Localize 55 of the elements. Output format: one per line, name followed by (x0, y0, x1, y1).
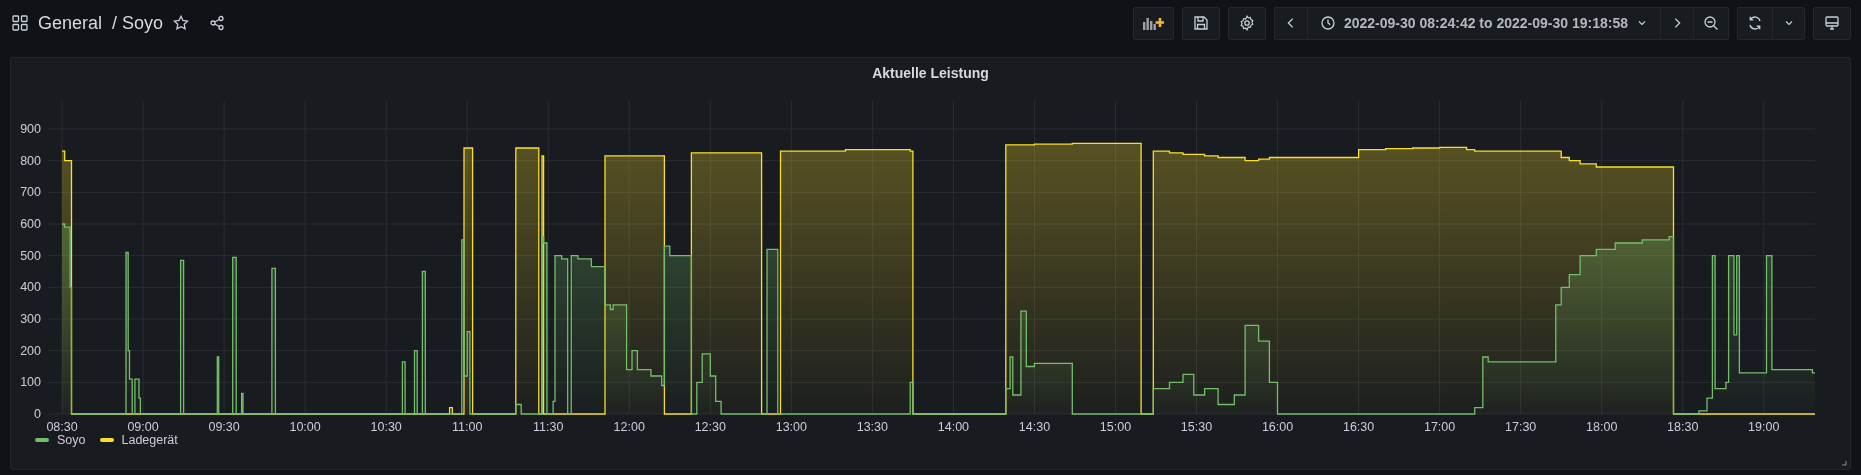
clock-icon (1319, 15, 1336, 31)
y-axis-label: 100 (20, 375, 41, 390)
dashboard-title: / Soyo (112, 12, 164, 34)
dashboards-grid-icon[interactable] (12, 15, 28, 31)
x-axis-label: 11:30 (533, 420, 564, 434)
x-axis-label: 08:30 (46, 420, 78, 434)
x-axis-label: 18:30 (1667, 420, 1699, 434)
save-button[interactable] (1181, 6, 1220, 40)
folder-link[interactable]: General (38, 12, 103, 34)
x-axis-label: 13:00 (775, 420, 807, 434)
y-axis-label: 700 (20, 185, 41, 200)
legend-label[interactable]: Ladegerät (121, 433, 178, 447)
star-icon[interactable] (173, 15, 190, 31)
settings-icon (1238, 15, 1255, 31)
y-axis-label: 600 (20, 217, 41, 231)
y-axis-label: 400 (20, 280, 41, 295)
x-axis-label: 11:00 (452, 420, 483, 434)
y-axis-label: 300 (20, 312, 41, 326)
x-axis-label: 14:30 (1018, 420, 1051, 434)
zoom-out-icon (1703, 15, 1719, 31)
zoom-out-button[interactable] (1693, 6, 1729, 40)
y-axis-label: 0 (34, 407, 41, 421)
x-axis-label: 10:30 (370, 420, 402, 434)
x-axis-label: 14:00 (937, 420, 970, 434)
time-range-picker[interactable]: 2022-09-30 08:24:42 to 2022-09-30 19:18:58 (1306, 6, 1660, 40)
panel-title[interactable]: Aktuelle Leistung (872, 58, 989, 87)
x-axis-label: 12:00 (613, 420, 645, 434)
x-axis-label: 15:30 (1180, 420, 1213, 434)
x-axis-label: 09:30 (208, 420, 240, 434)
x-axis-label: 16:30 (1342, 420, 1375, 434)
x-axis-label: 18:00 (1586, 420, 1618, 434)
bar-chart-plus-icon (1142, 15, 1165, 31)
resize-handle-icon[interactable] (1841, 460, 1847, 466)
settings-button[interactable] (1227, 6, 1266, 40)
x-axis-label: 09:00 (127, 420, 159, 434)
share-icon[interactable] (209, 15, 226, 31)
save-icon (1192, 15, 1209, 31)
y-axis-label: 200 (20, 343, 41, 358)
x-axis-label: 19:00 (1748, 420, 1780, 434)
tv-mode-button[interactable] (1813, 6, 1851, 40)
refresh-button[interactable] (1737, 6, 1772, 40)
x-axis-label: 17:30 (1505, 420, 1537, 434)
add-panel-button[interactable] (1132, 6, 1174, 40)
x-axis-label: 17:00 (1424, 420, 1456, 434)
x-axis-label: 13:30 (856, 420, 888, 434)
y-axis-label: 800 (20, 153, 41, 168)
x-axis-label: 15:00 (1099, 420, 1132, 434)
y-axis-label: 900 (20, 122, 41, 136)
monitor-icon (1824, 15, 1840, 31)
x-axis-label: 16:00 (1261, 420, 1294, 434)
x-axis-label: 10:00 (289, 420, 321, 434)
refresh-icon (1747, 15, 1763, 31)
y-axis-label: 500 (20, 248, 41, 263)
x-axis-label: 12:30 (694, 420, 726, 434)
legend-label[interactable]: Soyo (57, 433, 86, 447)
